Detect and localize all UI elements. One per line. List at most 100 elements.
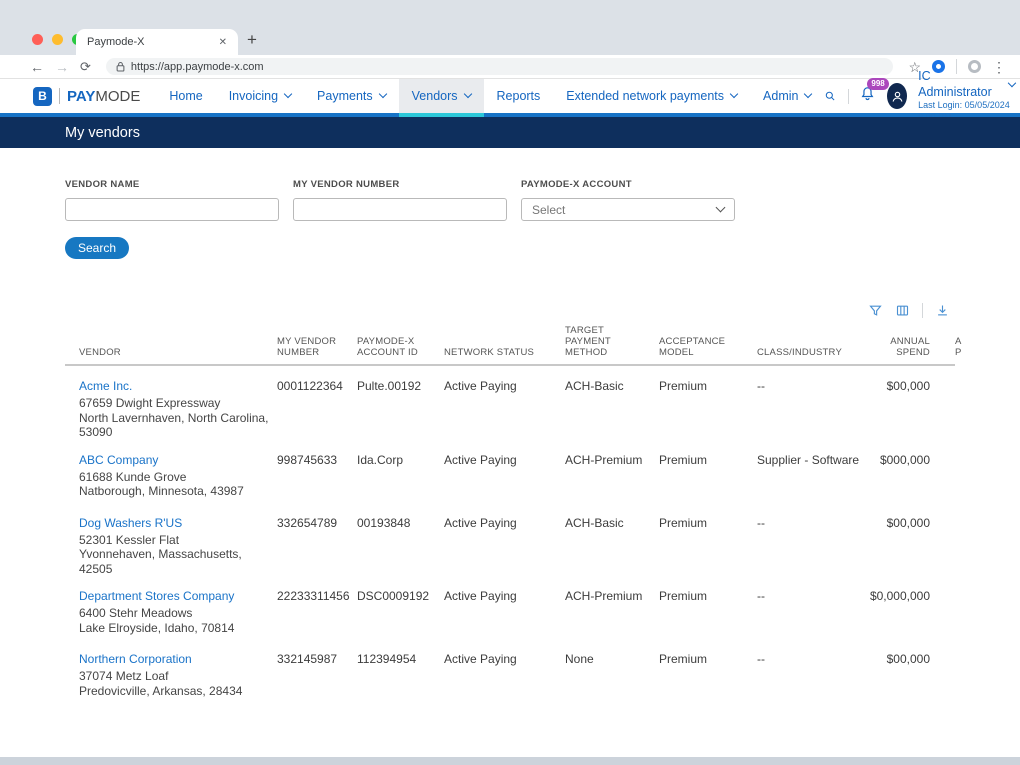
columns-icon[interactable]: [895, 303, 910, 318]
cell-my-vendor-number: 998745633: [277, 453, 357, 467]
cell-annual-spend: $0,000,000: [866, 589, 955, 603]
download-icon[interactable]: [935, 303, 950, 318]
nav-item-label: Admin: [763, 89, 798, 103]
vendor-address-line1: 6400 Stehr Meadows: [79, 606, 271, 621]
page-title: My vendors: [65, 125, 140, 141]
cell-class-industry: --: [757, 516, 866, 530]
cell-acceptance-model: Premium: [659, 652, 757, 666]
col-header-acceptance-model[interactable]: ACCEPTANCE MODEL: [659, 336, 757, 358]
paymode-logo[interactable]: B PAY MODE: [33, 79, 140, 113]
vendor-cell: Acme Inc. 67659 Dwight Expressway North …: [65, 379, 277, 440]
reload-icon[interactable]: ⟳: [80, 59, 91, 75]
navbar-right: 998 IC Administrator Last Login: 05/05/2…: [824, 79, 1015, 113]
vendor-address-line2: Natborough, Minnesota, 43987: [79, 484, 271, 499]
my-vendor-number-input[interactable]: [293, 198, 507, 221]
cell-account-id: 112394954: [357, 652, 444, 666]
vendor-address-line1: 61688 Kunde Grove: [79, 470, 271, 485]
nav-item-extended-network-payments[interactable]: Extended network payments: [553, 79, 750, 113]
cell-class-industry: --: [757, 379, 866, 393]
cell-class-industry: --: [757, 652, 866, 666]
page-header-bar: My vendors: [0, 117, 1020, 148]
cell-class-industry: Supplier - Software: [757, 453, 866, 467]
window-minimize-button[interactable]: [52, 34, 63, 45]
col-header-vendor[interactable]: VENDOR: [65, 347, 277, 358]
vendors-table: VENDOR MY VENDOR NUMBER PAYMODE-X ACCOUN…: [65, 325, 1020, 702]
vendor-address-line1: 67659 Dwight Expressway: [79, 396, 271, 411]
vendor-link[interactable]: Northern Corporation: [79, 652, 192, 666]
col-header-network-status[interactable]: NETWORK STATUS: [444, 347, 565, 358]
col-header-class-industry[interactable]: CLASS/INDUSTRY: [757, 347, 866, 358]
cell-payment-method: ACH-Premium: [565, 589, 659, 603]
cell-account-id: Ida.Corp: [357, 453, 444, 467]
search-icon[interactable]: [824, 88, 836, 104]
chevron-down-icon: [804, 90, 812, 98]
cell-annual-spend: $00,000: [866, 516, 955, 530]
table-header-row: VENDOR MY VENDOR NUMBER PAYMODE-X ACCOUN…: [65, 325, 1020, 366]
notifications-button[interactable]: 998: [859, 85, 876, 107]
col-header-truncated[interactable]: A P: [955, 336, 1020, 358]
paymode-account-select[interactable]: Select: [521, 198, 735, 221]
nav-item-invoicing[interactable]: Invoicing: [216, 79, 304, 113]
paymode-logo-mark: B: [33, 87, 52, 106]
app-navbar: B PAY MODE Home Invoicing Payments Vendo…: [0, 79, 1020, 117]
vendor-link[interactable]: ABC Company: [79, 453, 158, 467]
tab-close-icon[interactable]: ✕: [219, 37, 227, 48]
nav-item-reports[interactable]: Reports: [484, 79, 554, 113]
paymode-account-field-group: PAYMODE-X ACCOUNT Select: [521, 179, 735, 221]
vendor-address-line2: Predovicville, Arkansas, 28434: [79, 684, 271, 699]
vendor-link[interactable]: Dog Washers R'US: [79, 516, 182, 530]
cell-acceptance-model: Premium: [659, 453, 757, 467]
new-tab-button[interactable]: +: [247, 30, 257, 50]
cell-payment-method: ACH-Basic: [565, 379, 659, 393]
vendor-address-line2: North Lavernhaven, North Carolina, 53090: [79, 411, 271, 440]
vendor-name-field-group: VENDOR NAME: [65, 179, 279, 221]
cell-network-status: Active Paying: [444, 379, 565, 393]
cell-acceptance-model: Premium: [659, 379, 757, 393]
vendor-link[interactable]: Department Stores Company: [79, 589, 234, 603]
col-header-payment-method[interactable]: TARGET PAYMENT METHOD: [565, 325, 659, 358]
search-button[interactable]: Search: [65, 237, 129, 259]
browser-tab[interactable]: Paymode-X ✕: [76, 29, 238, 55]
nav-item-label: Payments: [317, 89, 373, 103]
main-content: VENDOR NAME MY VENDOR NUMBER PAYMODE-X A…: [0, 148, 1020, 757]
nav-item-vendors[interactable]: Vendors: [399, 79, 484, 113]
forward-icon[interactable]: →: [55, 60, 69, 74]
nav-item-payments[interactable]: Payments: [304, 79, 399, 113]
chevron-down-icon: [1008, 79, 1016, 87]
brand-name-bold: PAY: [67, 88, 95, 105]
nav-item-admin[interactable]: Admin: [750, 79, 824, 113]
table-row: Acme Inc. 67659 Dwight Expressway North …: [65, 366, 1020, 440]
url-text: https://app.paymode-x.com: [131, 61, 264, 73]
nav-item-home[interactable]: Home: [156, 79, 215, 113]
window-close-button[interactable]: [32, 34, 43, 45]
col-header-annual-spend[interactable]: ANNUAL SPEND: [866, 336, 955, 358]
vendor-address-line1: 37074 Metz Loaf: [79, 669, 271, 684]
lock-icon: [116, 61, 125, 72]
tab-title: Paymode-X: [87, 36, 144, 48]
vendor-cell: Northern Corporation 37074 Metz Loaf Pre…: [65, 652, 277, 698]
nav-divider: [848, 89, 849, 104]
user-name: IC Administrator: [918, 69, 1002, 100]
chevron-down-icon: [463, 90, 471, 98]
cell-network-status: Active Paying: [444, 652, 565, 666]
brand-name-light: MODE: [95, 88, 140, 105]
col-header-my-vendor-number[interactable]: MY VENDOR NUMBER: [277, 336, 357, 358]
filter-icon[interactable]: [868, 303, 883, 318]
chevron-down-icon: [716, 203, 726, 213]
user-menu[interactable]: IC Administrator Last Login: 05/05/2024 …: [918, 69, 1015, 123]
chevron-down-icon: [378, 90, 386, 98]
vendor-link[interactable]: Acme Inc.: [79, 379, 132, 393]
avatar[interactable]: [887, 83, 907, 109]
select-value: Select: [532, 203, 565, 217]
cell-network-status: Active Paying: [444, 453, 565, 467]
cell-my-vendor-number: 332654789: [277, 516, 357, 530]
table-row: Department Stores Company 6400 Stehr Mea…: [65, 576, 1020, 639]
cell-account-id: Pulte.00192: [357, 379, 444, 393]
vendor-address-line2: Yvonnehaven, Massachusetts, 42505: [79, 547, 271, 576]
col-header-account-id[interactable]: PAYMODE-X ACCOUNT ID: [357, 336, 444, 358]
address-bar[interactable]: https://app.paymode-x.com: [106, 58, 894, 75]
chevron-down-icon: [730, 90, 738, 98]
cell-annual-spend: $00,000: [866, 379, 955, 393]
back-icon[interactable]: ←: [30, 60, 44, 74]
vendor-name-input[interactable]: [65, 198, 279, 221]
